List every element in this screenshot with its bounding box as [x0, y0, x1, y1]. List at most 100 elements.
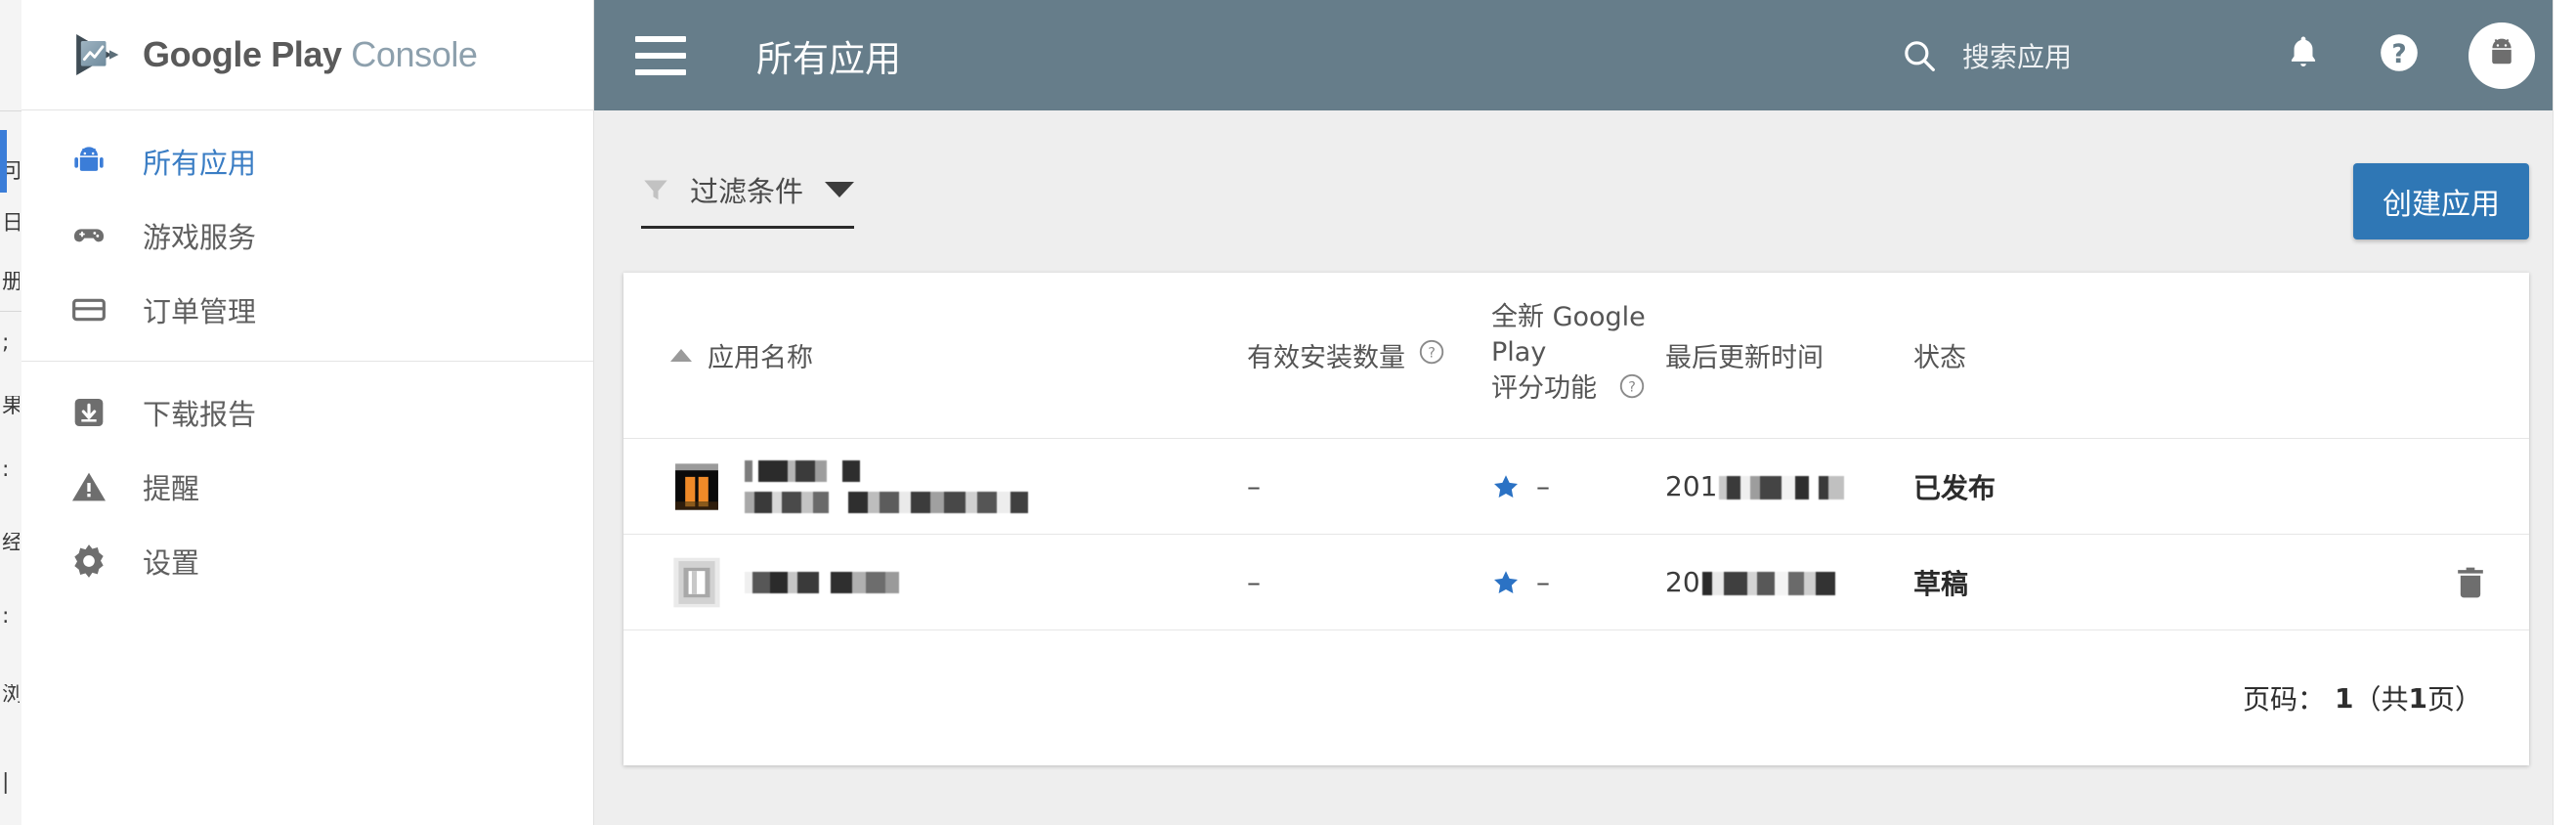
help-circle-icon[interactable]: ?: [1617, 371, 1647, 411]
pagination: 页码： 1 （共 1 页）: [623, 630, 2529, 765]
sidebar-nav: 所有应用 游戏服务 订单管理 下载报告 提醒 设置: [0, 110, 593, 598]
notifications-button[interactable]: [2273, 25, 2334, 86]
background-page-edge: 可 日 册 ; 果 : 经 : 浏 |: [0, 0, 21, 825]
svg-text:?: ?: [1628, 379, 1636, 395]
app-icon-gray-frame: [673, 557, 720, 608]
svg-text:?: ?: [1428, 346, 1436, 362]
chevron-down-icon: [825, 182, 855, 197]
brand-title-bold: Google Play: [143, 34, 342, 74]
app-bar: 所有应用 搜索应用 ?: [594, 0, 2576, 110]
pagination-open-paren: （共: [2353, 683, 2409, 716]
apps-table-head: 应用名称 有效安装数量 ? 全新 Google Play 评分功能 ? 最后更新…: [623, 273, 2529, 440]
sidebar-item-download-reports[interactable]: 下载报告: [21, 375, 593, 450]
column-header-app-name[interactable]: 应用名称: [623, 273, 1247, 440]
last-updated-redacted: [1701, 572, 1847, 596]
row-actions: [2324, 563, 2529, 602]
sidebar: Google Play Console 所有应用 游戏服务 订单管理 下载报告 …: [0, 0, 594, 825]
sidebar-item-label: 订单管理: [143, 295, 257, 328]
svg-text:?: ?: [2391, 39, 2406, 69]
warning-triangle-icon: [68, 466, 109, 507]
sidebar-item-order-management[interactable]: 订单管理: [21, 273, 593, 347]
column-header-label-line2: 评分功能: [1491, 372, 1597, 404]
column-header-label-line1: 全新 Google Play: [1491, 302, 1646, 369]
sidebar-item-settings[interactable]: 设置: [21, 524, 593, 598]
installs-value: –: [1247, 566, 1261, 599]
app-bar-actions: 搜索应用 ?: [1900, 22, 2576, 89]
column-header-label: 有效安装数量: [1247, 343, 1405, 374]
last-updated-redacted: [1719, 476, 1845, 500]
sidebar-item-label: 所有应用: [143, 147, 257, 180]
trash-icon[interactable]: [2451, 563, 2490, 602]
sidebar-item-label: 游戏服务: [143, 221, 257, 254]
help-button[interactable]: ?: [2369, 25, 2429, 86]
play-console-logo-icon: [76, 34, 119, 75]
avatar[interactable]: [2469, 22, 2535, 89]
sidebar-item-all-apps[interactable]: 所有应用: [0, 124, 593, 198]
app-name-line1-redacted: [745, 459, 870, 482]
active-indicator: [0, 130, 7, 193]
table-header-row: 应用名称 有效安装数量 ? 全新 Google Play 评分功能 ? 最后更新…: [623, 273, 2529, 440]
star-icon: [1491, 472, 1521, 501]
app-name-redacted: [745, 459, 1038, 513]
sidebar-item-label: 下载报告: [143, 398, 257, 431]
column-header-installs[interactable]: 有效安装数量 ?: [1247, 273, 1491, 440]
column-header-label: 应用名称: [708, 343, 813, 374]
sidebar-item-label: 设置: [143, 546, 200, 580]
app-name-line2-redacted: [745, 491, 1038, 513]
gamepad-icon: [68, 215, 109, 256]
question-mark-icon: ?: [2376, 29, 2423, 81]
search-placeholder: 搜索应用: [1961, 40, 2072, 73]
filter-button[interactable]: 过滤条件: [641, 169, 855, 229]
sort-ascending-icon: [670, 349, 692, 363]
app-name-cell[interactable]: [670, 556, 1247, 609]
download-box-icon: [68, 392, 109, 433]
pagination-label: 页码：: [2242, 683, 2325, 716]
rating-value: –: [1536, 566, 1550, 599]
column-header-label: 状态: [1913, 343, 1966, 374]
app-name-line1-redacted: [745, 571, 909, 593]
funnel-icon: [641, 175, 670, 204]
search-icon: [1900, 36, 1939, 75]
sidebar-item-game-services[interactable]: 游戏服务: [21, 198, 593, 273]
last-updated-value: 20: [1665, 566, 1847, 598]
toolbar: 过滤条件 创建应用: [641, 163, 2529, 251]
brand-title: Google Play Console: [143, 34, 478, 75]
app-icon-orange-bars: [675, 463, 718, 510]
search-input[interactable]: 搜索应用: [1900, 36, 2072, 75]
column-header-label: 最后更新时间: [1665, 343, 1824, 374]
create-app-button[interactable]: 创建应用: [2353, 163, 2529, 239]
rating-value: –: [1536, 470, 1550, 503]
page-title: 所有应用: [756, 37, 901, 80]
android-robot-icon: [68, 141, 109, 182]
filter-button-label: 过滤条件: [690, 175, 804, 208]
pagination-current: 1: [2335, 681, 2354, 715]
column-header-status[interactable]: 状态: [1913, 273, 2324, 440]
status-badge: 草稿: [1913, 567, 1969, 600]
star-icon: [1491, 568, 1521, 597]
apps-table: 应用名称 有效安装数量 ? 全新 Google Play 评分功能 ? 最后更新…: [623, 273, 2529, 631]
app-name-cell[interactable]: [670, 459, 1247, 513]
google-play-console-page: 可 日 册 ; 果 : 经 : 浏 | Google Play Console …: [0, 0, 2576, 825]
sidebar-divider: [21, 361, 593, 362]
pagination-total: 1: [2408, 681, 2427, 715]
column-header-last-updated[interactable]: 最后更新时间: [1665, 273, 1913, 440]
main-content: 过滤条件 创建应用 应用名称 有效安装数量 ? 全新 Google Play 评…: [594, 110, 2576, 825]
apps-table-body: – – 201 已发布 – – 20 草稿: [623, 438, 2529, 631]
brand-title-light: Console: [351, 34, 478, 74]
table-row[interactable]: – – 201 已发布: [623, 438, 2529, 536]
hamburger-menu-icon[interactable]: [635, 35, 686, 75]
column-header-new-rating[interactable]: 全新 Google Play 评分功能 ?: [1491, 273, 1665, 440]
sidebar-item-label: 提醒: [143, 472, 200, 505]
scroll-gutter[interactable]: [2553, 0, 2576, 825]
status-badge: 已发布: [1913, 471, 1996, 504]
table-row[interactable]: – – 20 草稿: [623, 534, 2529, 631]
app-name-redacted: [745, 571, 909, 593]
installs-value: –: [1247, 470, 1261, 503]
help-circle-icon[interactable]: ?: [1417, 337, 1446, 373]
bell-icon: [2283, 32, 2324, 78]
pagination-close-paren: 页）: [2426, 683, 2482, 716]
last-updated-value: 201: [1665, 470, 1845, 502]
sidebar-item-alerts[interactable]: 提醒: [21, 450, 593, 524]
brand-header[interactable]: Google Play Console: [21, 0, 593, 110]
gear-icon: [68, 541, 109, 582]
